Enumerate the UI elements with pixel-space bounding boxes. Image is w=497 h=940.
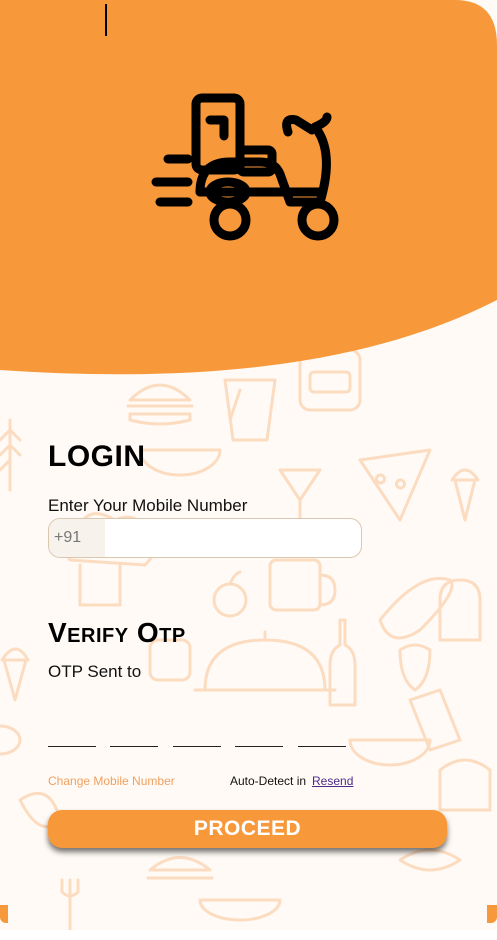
otp-digit-5[interactable] <box>298 718 346 747</box>
change-mobile-number-link[interactable]: Change Mobile Number <box>48 774 175 788</box>
otp-sent-to-text: OTP Sent to <box>48 662 142 681</box>
login-title: LOGIN <box>48 440 146 473</box>
mobile-number-group: +91 <box>48 518 362 558</box>
resend-link[interactable]: Resend <box>312 774 353 788</box>
verify-otp-title: Verify Otp <box>48 617 186 648</box>
delivery-scooter-icon <box>151 93 339 241</box>
text-cursor <box>105 4 107 36</box>
auto-detect-text: Auto-Detect in <box>230 774 307 788</box>
country-code: +91 <box>49 519 105 557</box>
login-card: LOGIN Enter Your Mobile Number +91 Verif… <box>0 0 497 930</box>
otp-digit-4[interactable] <box>235 718 283 747</box>
bottom-left-accent <box>0 905 8 923</box>
mobile-number-label: Enter Your Mobile Number <box>48 496 248 515</box>
proceed-button[interactable]: PROCEED <box>48 810 447 848</box>
otp-digit-1[interactable] <box>48 718 96 747</box>
bottom-right-accent <box>487 905 497 923</box>
mobile-number-input[interactable] <box>105 519 361 557</box>
otp-digit-2[interactable] <box>110 718 158 747</box>
otp-digit-3[interactable] <box>173 718 221 747</box>
